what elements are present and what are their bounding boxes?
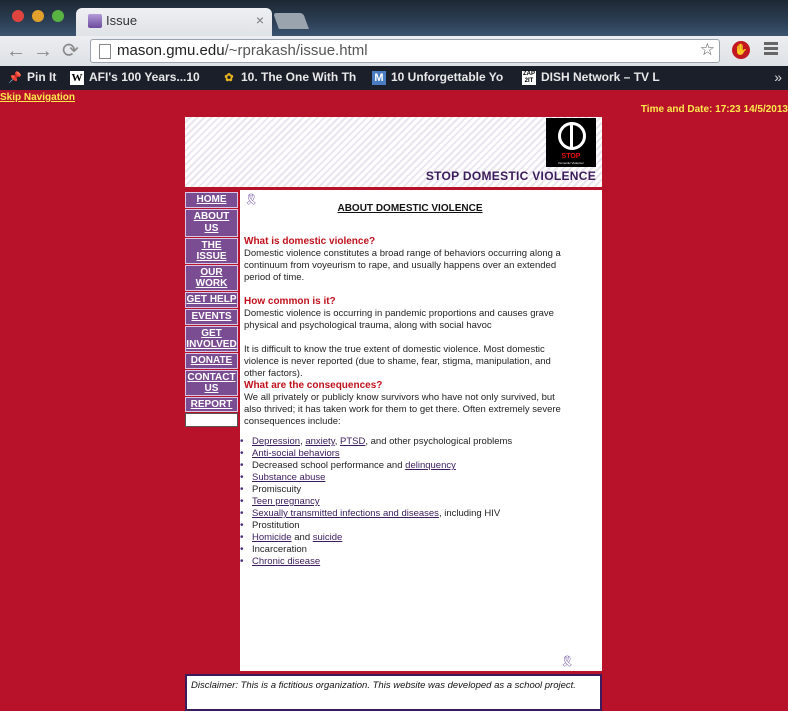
bookmark-item[interactable]: 📌 Pin It — [8, 70, 58, 85]
list-item: Depression, anxiety, PTSD, and other psy… — [240, 436, 512, 448]
nav-get-involved[interactable]: GET INVOLVED — [185, 326, 238, 352]
m-icon: M — [372, 70, 386, 85]
minimize-window-icon[interactable] — [32, 10, 44, 22]
nav-about-us[interactable]: ABOUT US — [185, 209, 238, 237]
bookmark-item[interactable]: ✿ 10. The One With Th — [222, 70, 358, 85]
nav-blank-box — [185, 413, 238, 427]
tab-strip: Issue × — [0, 0, 788, 36]
nav-donate[interactable]: DONATE — [185, 353, 238, 369]
peace-line — [570, 122, 573, 149]
heading-how-common: How common is it? — [244, 296, 336, 307]
paragraph-consequences: We all privately or publicly know surviv… — [244, 392, 561, 427]
nav-get-help[interactable]: GET HELP — [185, 292, 238, 308]
tab-issue[interactable]: Issue × — [76, 8, 272, 36]
skip-navigation-link[interactable]: Skip Navigation — [0, 92, 75, 103]
disclaimer-text: Disclaimer: This is a fictitious organiz… — [191, 680, 576, 691]
close-window-icon[interactable] — [12, 10, 24, 22]
list-item: Teen pregnancy — [240, 496, 512, 508]
zoom-window-icon[interactable] — [52, 10, 64, 22]
nav-events[interactable]: EVENTS — [185, 309, 238, 325]
paragraph-what-is: Domestic violence constitutes a broad ra… — [244, 248, 561, 283]
ptsd-link[interactable]: PTSD — [340, 436, 365, 447]
bookmark-star-icon[interactable]: ☆ — [700, 40, 715, 60]
forward-icon[interactable]: → — [33, 39, 53, 63]
list-item: Homicide and suicide — [240, 532, 512, 544]
list-item: Prostitution — [240, 520, 512, 532]
bookmarks-more-icon[interactable]: » — [774, 69, 782, 85]
menu-icon[interactable] — [764, 42, 778, 56]
bookmark-item[interactable]: ZAP 2IT DISH Network – TV L — [522, 70, 660, 85]
site-logo[interactable]: STOP Domestic Violence! — [546, 118, 596, 167]
substance-abuse-link[interactable]: Substance abuse — [252, 472, 325, 483]
list-item: Decreased school performance and delinqu… — [240, 460, 512, 472]
page-icon — [99, 44, 111, 59]
consequences-list: Depression, anxiety, PTSD, and other psy… — [240, 436, 512, 568]
site-footer: Disclaimer: This is a fictitious organiz… — [185, 674, 602, 711]
nav-contact-us[interactable]: CONTACT US — [185, 370, 238, 396]
address-bar[interactable]: mason.gmu.edu/~rprakash/issue.html ☆ — [90, 39, 720, 63]
main-content: 🎗 ABOUT DOMESTIC VIOLENCE What is domest… — [240, 190, 602, 671]
url-text[interactable]: mason.gmu.edu/~rprakash/issue.html — [117, 42, 368, 59]
list-item: Sexually transmitted infections and dise… — [240, 508, 512, 520]
nav-home[interactable]: HOME — [185, 192, 238, 208]
pin-icon: 📌 — [8, 71, 22, 84]
bookmark-item[interactable]: W AFI's 100 Years...10 — [70, 70, 208, 85]
ribbon-icon: 🎗 — [560, 656, 574, 668]
paragraph-how-common-2: It is difficult to know the true extent … — [244, 344, 551, 379]
sti-link[interactable]: Sexually transmitted infections and dise… — [252, 508, 439, 519]
reload-icon[interactable]: ⟳ — [62, 39, 79, 63]
list-item: Anti-social behaviors — [240, 448, 512, 460]
anxiety-link[interactable]: anxiety — [305, 436, 334, 447]
leaf-icon: ✿ — [224, 71, 234, 84]
list-item: Incarceration — [240, 544, 512, 556]
heading-consequences: What are the consequences? — [244, 380, 383, 391]
page-title: ABOUT DOMESTIC VIOLENCE — [337, 203, 483, 214]
zap2it-icon: ZAP 2IT — [522, 70, 536, 85]
list-item: Substance abuse — [240, 472, 512, 484]
depression-link[interactable]: Depression — [252, 436, 300, 447]
tab-title: Issue — [106, 13, 138, 28]
nav-the-issue[interactable]: THE ISSUE — [185, 238, 238, 264]
wikipedia-icon: W — [70, 70, 84, 85]
list-item: Chronic disease — [240, 556, 512, 568]
tab-close-icon[interactable]: × — [256, 12, 264, 28]
browser-chrome: Issue × ← → ⟳ mason.gmu.edu/~rprakash/is… — [0, 0, 788, 90]
anti-social-link[interactable]: Anti-social behaviors — [252, 448, 340, 459]
logo-stop-text: STOP — [561, 153, 581, 160]
site-header: STOP Domestic Violence! STOP DOMESTIC VI… — [185, 117, 602, 187]
adblock-icon[interactable]: ✋ — [732, 41, 750, 59]
date-time-display: Time and Date: 17:23 14/5/2013 — [640, 104, 788, 115]
site-title: STOP DOMESTIC VIOLENCE — [425, 169, 596, 183]
side-navigation: HOME ABOUT US THE ISSUE OUR WORK GET HEL… — [185, 192, 238, 427]
back-icon[interactable]: ← — [6, 39, 26, 63]
nav-our-work[interactable]: OUR WORK — [185, 265, 238, 291]
list-item: Promiscuity — [240, 484, 512, 496]
bookmarks-bar: 📌 Pin It W AFI's 100 Years...10 ✿ 10. The O… — [0, 66, 788, 90]
homicide-link[interactable]: Homicide — [252, 532, 292, 543]
bookmark-item[interactable]: M 10 Unforgettable Yo — [372, 70, 510, 85]
teen-pregnancy-link[interactable]: Teen pregnancy — [252, 496, 320, 507]
new-tab-button[interactable] — [273, 13, 309, 29]
delinquency-link[interactable]: delinquency — [405, 460, 456, 471]
toolbar: ← → ⟳ mason.gmu.edu/~rprakash/issue.html… — [0, 36, 788, 66]
suicide-link[interactable]: suicide — [313, 532, 343, 543]
paragraph-how-common-1: Domestic violence is occurring in pandem… — [244, 308, 554, 331]
heading-what-is: What is domestic violence? — [244, 236, 376, 247]
favicon-icon — [88, 14, 102, 28]
logo-sub-text: Domestic Violence! — [558, 161, 584, 165]
nav-report-abuse[interactable]: REPORT ABUSE — [185, 397, 238, 412]
chronic-disease-link[interactable]: Chronic disease — [252, 556, 320, 567]
